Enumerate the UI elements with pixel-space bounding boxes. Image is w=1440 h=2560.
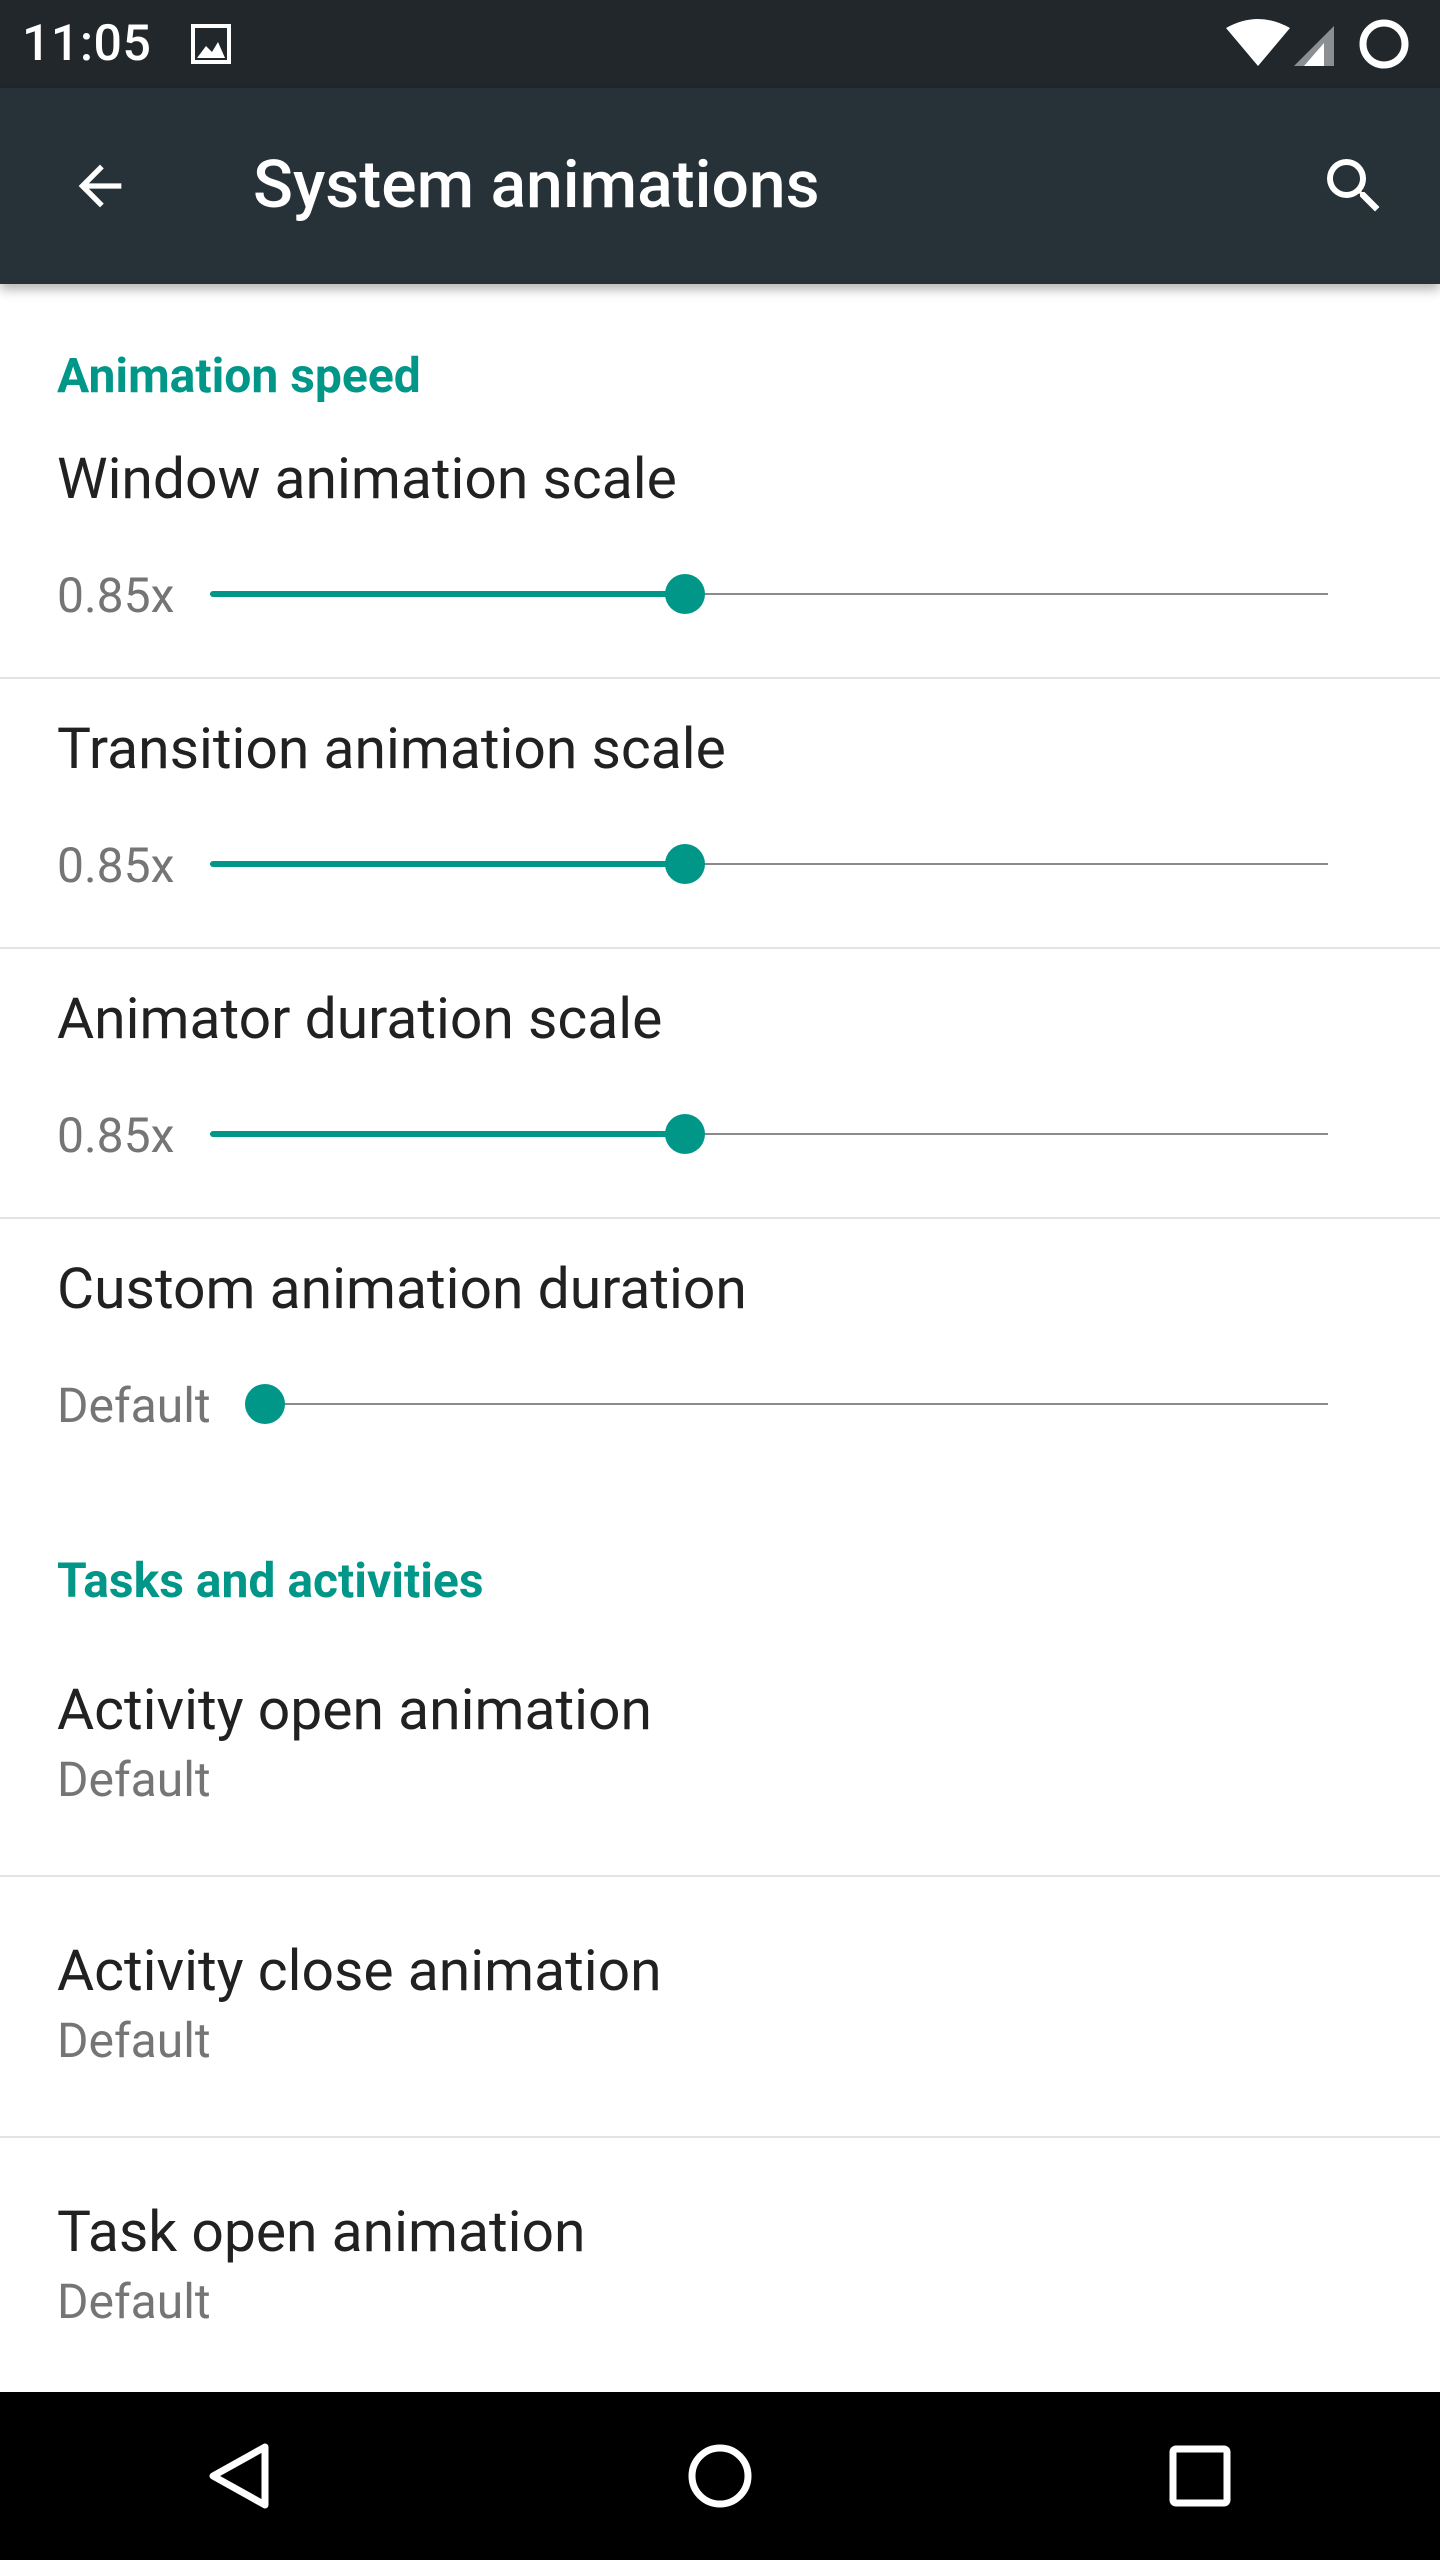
- pref-summary-activity-close: Default: [57, 2012, 211, 2069]
- slider-value-custom: Default: [57, 1377, 211, 1434]
- slider-track: [265, 1403, 1328, 1405]
- slider-thumb[interactable]: [665, 844, 706, 884]
- nav-back-triangle-icon: [209, 2443, 269, 2509]
- nav-home-button[interactable]: [660, 2416, 780, 2536]
- window-animation-slider[interactable]: [210, 574, 1328, 614]
- search-button[interactable]: [1302, 134, 1406, 238]
- pref-title-custom-animation-duration: Custom animation duration: [57, 1255, 747, 1322]
- battery-ring-icon: [1359, 19, 1409, 69]
- section-header-tasks-activities: Tasks and activities: [57, 1552, 484, 1609]
- pref-activity-close-animation[interactable]: [0, 1877, 1440, 2135]
- slider-thumb[interactable]: [245, 1384, 285, 1424]
- wifi-icon: [1226, 19, 1290, 66]
- back-button[interactable]: [48, 134, 152, 238]
- slider-fill: [210, 591, 686, 597]
- pref-title-window-animation-scale: Window animation scale: [57, 445, 677, 512]
- animator-duration-slider[interactable]: [210, 1114, 1328, 1154]
- nav-recents-button[interactable]: [1140, 2416, 1260, 2536]
- pref-summary-task-open: Default: [57, 2273, 211, 2330]
- slider-value-animator: 0.85x: [57, 1107, 175, 1164]
- slider-fill: [210, 1131, 686, 1137]
- nav-back-button[interactable]: [180, 2416, 300, 2536]
- slider-value-window: 0.85x: [57, 567, 175, 624]
- app-bar: System animations: [0, 88, 1440, 284]
- pref-title-activity-close: Activity close animation: [57, 1937, 662, 2004]
- pref-summary-activity-open: Default: [57, 1751, 211, 1808]
- arrow-back-icon: [78, 164, 122, 208]
- pref-window-animation-scale[interactable]: [0, 404, 1440, 660]
- slider-thumb[interactable]: [665, 574, 706, 614]
- navigation-bar: [0, 2392, 1440, 2560]
- image-notification-icon: [191, 24, 231, 64]
- slider-fill: [210, 861, 686, 867]
- pref-title-task-open: Task open animation: [57, 2198, 586, 2265]
- status-icons: [1226, 19, 1409, 69]
- pref-title-transition-animation-scale: Transition animation scale: [57, 715, 726, 782]
- nav-home-circle-icon: [688, 2444, 752, 2508]
- slider-thumb[interactable]: [665, 1114, 706, 1154]
- custom-animation-slider[interactable]: [245, 1384, 1328, 1424]
- status-time: 11:05: [22, 15, 152, 73]
- pref-activity-open-animation[interactable]: [0, 1624, 1440, 1875]
- page-title: System animations: [253, 147, 820, 224]
- slider-value-transition: 0.85x: [57, 837, 175, 894]
- search-icon: [1327, 159, 1380, 212]
- transition-animation-slider[interactable]: [210, 844, 1328, 884]
- nav-recents-square-icon: [1169, 2445, 1231, 2507]
- pref-title-animator-duration-scale: Animator duration scale: [57, 985, 663, 1052]
- section-header-animation-speed: Animation speed: [57, 347, 421, 404]
- cell-signal-icon: [1294, 26, 1334, 66]
- status-bar: 11:05: [0, 0, 1440, 88]
- settings-content[interactable]: Animation speed Window animation scale 0…: [0, 284, 1440, 2392]
- pref-title-activity-open: Activity open animation: [57, 1676, 652, 1743]
